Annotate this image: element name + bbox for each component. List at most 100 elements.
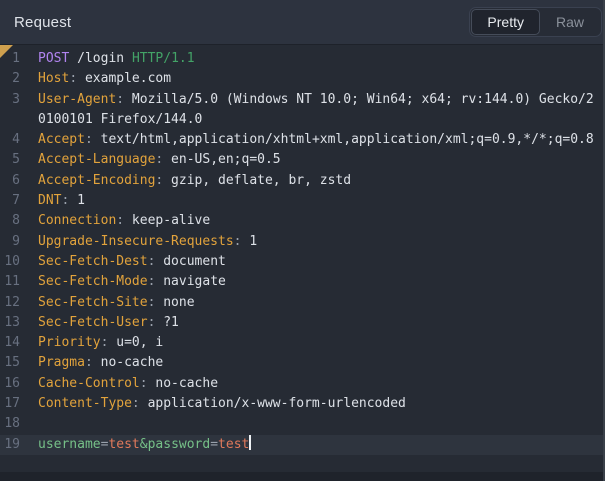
token-hname[interactable]: Upgrade-Insecure-Requests <box>38 234 234 249</box>
token-hname[interactable]: Sec-Fetch-User <box>38 315 148 330</box>
line-content[interactable]: username=test&password=test <box>38 435 596 455</box>
line-number: 10 <box>0 252 20 272</box>
code-line-3[interactable]: 3 User-Agent: Mozilla/5.0 (Windows NT 10.… <box>0 90 603 131</box>
token-hname[interactable]: Accept-Language <box>38 152 155 167</box>
code-line-11[interactable]: 11 Sec-Fetch-Mode: navigate <box>0 272 603 292</box>
token-version[interactable]: HTTP/1.1 <box>132 51 195 66</box>
line-content[interactable]: Accept-Encoding: gzip, deflate, br, zstd <box>38 171 596 191</box>
code-line-5[interactable]: 5 Accept-Language: en-US,en;q=0.5 <box>0 150 603 170</box>
code-line-17[interactable]: 17Content-Type: application/x-www-form-u… <box>0 394 603 414</box>
panel-header: Request Pretty Raw <box>0 0 603 45</box>
token-hname[interactable]: DNT <box>38 193 61 208</box>
code-line-2[interactable]: 2 Host: example.com <box>0 69 603 89</box>
token-plain[interactable]: en-US,en;q=0.5 <box>163 152 280 167</box>
line-number: 5 <box>0 150 20 170</box>
tab-pretty[interactable]: Pretty <box>471 9 540 35</box>
line-number: 3 <box>0 90 20 131</box>
line-content[interactable]: Sec-Fetch-Mode: navigate <box>38 272 596 292</box>
token-param[interactable]: & <box>140 437 148 452</box>
token-punct[interactable]: = <box>210 437 218 452</box>
token-pval[interactable]: test <box>218 437 249 452</box>
token-punct[interactable]: : <box>234 234 242 249</box>
code-line-18[interactable]: 18 <box>0 414 603 434</box>
code-line-4[interactable]: 4 Accept: text/html,application/xhtml+xml… <box>0 130 603 150</box>
code-line-10[interactable]: 10 Sec-Fetch-Dest: document <box>0 252 603 272</box>
line-number: 2 <box>0 69 20 89</box>
token-hname[interactable]: Connection <box>38 213 116 228</box>
token-hname[interactable]: Sec-Fetch-Mode <box>38 274 148 289</box>
token-punct[interactable]: : <box>116 92 124 107</box>
token-punct[interactable]: : <box>116 213 124 228</box>
token-punct[interactable]: : <box>69 71 77 86</box>
code-line-16[interactable]: 16Cache-Control: no-cache <box>0 374 603 394</box>
token-hname[interactable]: Cache-Control <box>38 376 140 391</box>
line-content[interactable]: Sec-Fetch-Site: none <box>38 293 596 313</box>
token-plain[interactable]: keep-alive <box>124 213 210 228</box>
code-line-9[interactable]: 9 Upgrade-Insecure-Requests: 1 <box>0 232 603 252</box>
token-plain[interactable]: application/x-www-form-urlencoded <box>140 396 406 411</box>
token-punct[interactable]: : <box>140 376 148 391</box>
line-content[interactable]: Priority: u=0, i <box>38 333 596 353</box>
line-number: 4 <box>0 130 20 150</box>
token-plain[interactable]: no-cache <box>93 355 163 370</box>
token-plain[interactable]: 1 <box>242 234 258 249</box>
code-line-15[interactable]: 15Pragma: no-cache <box>0 353 603 373</box>
token-plain[interactable]: ?1 <box>155 315 178 330</box>
request-editor[interactable]: 1POST /login HTTP/1.12Host: example.com3… <box>0 45 603 472</box>
line-number: 7 <box>0 191 20 211</box>
token-plain[interactable]: navigate <box>155 274 225 289</box>
token-hname[interactable]: Priority <box>38 335 101 350</box>
token-hname[interactable]: Host <box>38 71 69 86</box>
line-content[interactable]: Upgrade-Insecure-Requests: 1 <box>38 232 596 252</box>
line-content[interactable] <box>38 414 596 434</box>
request-panel: Request Pretty Raw 1POST /login HTTP/1.1… <box>0 0 605 481</box>
code-line-1[interactable]: 1POST /login HTTP/1.1 <box>0 49 603 69</box>
token-plain[interactable]: text/html,application/xhtml+xml,applicat… <box>93 132 594 147</box>
line-number: 12 <box>0 293 20 313</box>
line-content[interactable]: Sec-Fetch-User: ?1 <box>38 313 596 333</box>
token-punct[interactable]: : <box>132 396 140 411</box>
token-plain[interactable]: gzip, deflate, br, zstd <box>163 173 351 188</box>
token-hname[interactable]: Content-Type <box>38 396 132 411</box>
token-param[interactable]: username <box>38 437 101 452</box>
line-content[interactable]: POST /login HTTP/1.1 <box>38 49 596 69</box>
line-number: 11 <box>0 272 20 292</box>
line-content[interactable]: Accept: text/html,application/xhtml+xml,… <box>38 130 596 150</box>
tab-raw[interactable]: Raw <box>540 9 600 35</box>
line-number: 9 <box>0 232 20 252</box>
line-content[interactable]: Sec-Fetch-Dest: document <box>38 252 596 272</box>
code-line-14[interactable]: 14Priority: u=0, i <box>0 333 603 353</box>
line-content[interactable]: User-Agent: Mozilla/5.0 (Windows NT 10.0… <box>38 90 596 131</box>
token-hname[interactable]: User-Agent <box>38 92 116 107</box>
line-content[interactable]: Cache-Control: no-cache <box>38 374 596 394</box>
token-punct[interactable]: : <box>85 132 93 147</box>
line-content[interactable]: Accept-Language: en-US,en;q=0.5 <box>38 150 596 170</box>
line-content[interactable]: Host: example.com <box>38 69 596 89</box>
code-line-19[interactable]: 19username=test&password=test <box>0 435 603 455</box>
token-pval[interactable]: test <box>108 437 139 452</box>
token-hname[interactable]: Sec-Fetch-Dest <box>38 254 148 269</box>
token-plain[interactable]: /login <box>69 51 132 66</box>
token-plain[interactable]: no-cache <box>148 376 218 391</box>
token-hname[interactable]: Pragma <box>38 355 85 370</box>
token-method[interactable]: POST <box>38 51 69 66</box>
token-plain[interactable]: u=0, i <box>108 335 163 350</box>
token-punct[interactable]: : <box>85 355 93 370</box>
code-line-8[interactable]: 8Connection: keep-alive <box>0 211 603 231</box>
code-line-6[interactable]: 6Accept-Encoding: gzip, deflate, br, zst… <box>0 171 603 191</box>
token-plain[interactable]: 1 <box>69 193 85 208</box>
token-hname[interactable]: Accept-Encoding <box>38 173 155 188</box>
token-plain[interactable]: example.com <box>77 71 171 86</box>
token-hname[interactable]: Accept <box>38 132 85 147</box>
code-line-13[interactable]: 13Sec-Fetch-User: ?1 <box>0 313 603 333</box>
token-plain[interactable]: document <box>155 254 225 269</box>
code-line-7[interactable]: 7 DNT: 1 <box>0 191 603 211</box>
token-hname[interactable]: Sec-Fetch-Site <box>38 295 148 310</box>
line-content[interactable]: Connection: keep-alive <box>38 211 596 231</box>
line-content[interactable]: DNT: 1 <box>38 191 596 211</box>
line-content[interactable]: Content-Type: application/x-www-form-url… <box>38 394 596 414</box>
line-content[interactable]: Pragma: no-cache <box>38 353 596 373</box>
token-plain[interactable]: none <box>155 295 194 310</box>
token-param[interactable]: password <box>148 437 211 452</box>
code-line-12[interactable]: 12 Sec-Fetch-Site: none <box>0 293 603 313</box>
